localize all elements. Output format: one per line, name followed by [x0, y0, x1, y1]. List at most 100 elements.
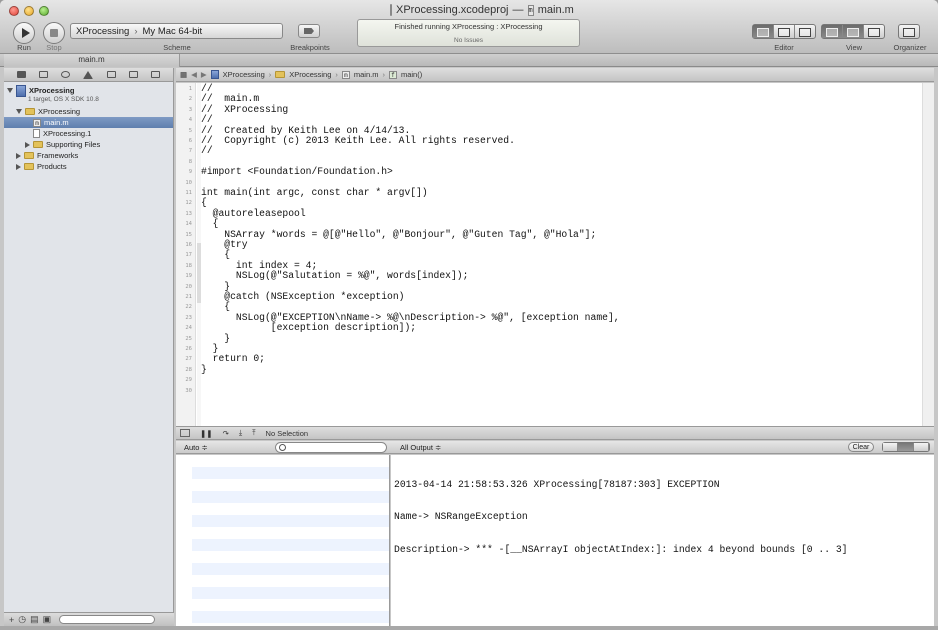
navigator-row[interactable]: Products [4, 161, 173, 172]
editor-mode-control[interactable] [752, 24, 816, 39]
navigator-row[interactable]: XProcessing.1 [4, 128, 173, 139]
code-line: // main.m [201, 93, 260, 105]
recent-files-icon[interactable]: ◷ [18, 614, 26, 625]
code-line: // Copyright (c) 2013 Keith Lee. All rig… [201, 135, 515, 146]
pause-icon[interactable]: ❚❚ [200, 429, 213, 438]
both-views-icon[interactable] [898, 443, 914, 451]
step-over-icon[interactable]: ↷ [223, 429, 229, 438]
clear-console-button[interactable]: Clear [848, 442, 874, 452]
variables-view[interactable] [192, 455, 390, 626]
status-main-text: Finished running XProcessing : XProcessi… [394, 22, 543, 31]
scheme-popup[interactable]: XProcessing › My Mac 64-bit [70, 23, 283, 39]
symbol-navigator-icon[interactable] [38, 71, 48, 78]
variables-view-icon[interactable] [883, 443, 899, 451]
jump-project-icon [210, 70, 219, 79]
jump-crumb-project[interactable]: XProcessing [223, 70, 265, 79]
standard-editor-icon[interactable] [753, 25, 774, 38]
project-navigator: XProcessing 1 target, OS X SDK 10.8 XPro… [4, 68, 174, 626]
project-subtitle: 1 target, OS X SDK 10.8 [28, 96, 99, 103]
output-filter-popup[interactable]: All Output ≑ [400, 443, 441, 452]
console-view-icon[interactable] [913, 443, 929, 451]
navigator-row[interactable]: Frameworks [4, 150, 173, 161]
close-button[interactable] [9, 6, 19, 16]
line-number: 10 [185, 179, 192, 186]
debug-selection-text: No Selection [265, 428, 309, 438]
breakpoint-navigator-icon[interactable] [129, 71, 139, 78]
debug-area-toggle-icon[interactable] [843, 25, 864, 38]
log-navigator-icon[interactable] [151, 71, 161, 78]
disclosure-closed-icon[interactable] [16, 163, 21, 170]
debug-view-toggle[interactable] [882, 442, 930, 452]
disclosure-closed-icon[interactable] [16, 152, 21, 159]
vertical-scrollbar[interactable] [922, 83, 934, 426]
view-label: View [845, 43, 863, 52]
debug-bar: ❚❚ ↷ ⤓ ⤒ No Selection [176, 426, 934, 440]
line-number: 14 [185, 221, 192, 228]
code-line: @catch (NSException *exception) [201, 291, 405, 302]
jump-crumb-function[interactable]: main() [401, 70, 422, 79]
related-items-icon[interactable]: ▦ [180, 70, 187, 79]
source-editor[interactable]: 1 2 3 4 5 6 7 8 9 10 11 12 13 14 15 16 17 18 19 20 21 22 23 24 2… [176, 83, 934, 426]
file-icon [33, 129, 40, 138]
stop-button[interactable] [43, 22, 65, 44]
project-navigator-icon[interactable] [16, 71, 26, 78]
breakpoints-button[interactable] [298, 24, 320, 38]
jump-crumb-file[interactable]: main.m [354, 70, 379, 79]
add-icon[interactable]: + [9, 615, 14, 625]
scheme-label: Scheme [163, 43, 191, 52]
minimize-button[interactable] [24, 6, 34, 16]
hide-debug-area-icon[interactable] [180, 429, 190, 437]
disclosure-open-icon[interactable] [16, 109, 22, 114]
chevron-right-icon: › [382, 70, 385, 79]
title-separator: — [512, 4, 524, 16]
line-number: 12 [185, 200, 192, 207]
step-out-icon[interactable]: ⤒ [252, 428, 255, 438]
line-number: 30 [185, 387, 192, 394]
line-number: 26 [185, 346, 192, 352]
console-output[interactable]: 2013-04-14 21:58:53.326 XProcessing[7818… [391, 455, 934, 626]
run-button[interactable] [13, 22, 35, 44]
issue-navigator-icon[interactable] [83, 70, 94, 79]
code-line: // [201, 145, 213, 157]
disclosure-closed-icon[interactable] [25, 141, 30, 148]
project-root-row[interactable]: XProcessing 1 target, OS X SDK 10.8 [4, 84, 173, 106]
search-navigator-icon[interactable] [61, 71, 71, 78]
activity-status: Finished running XProcessing : XProcessi… [357, 19, 580, 47]
toolbar: XProcessing.xcodeproj — m main.m Run Sto… [0, 0, 938, 54]
organizer-icon[interactable] [899, 25, 919, 38]
variables-scope-popup[interactable]: Auto ≑ [184, 443, 208, 452]
organizer-button[interactable] [898, 24, 920, 39]
debug-navigator-icon[interactable] [106, 71, 116, 78]
zoom-button[interactable] [39, 6, 49, 16]
current-file-name: main.m [537, 4, 574, 16]
code-line: } [201, 363, 207, 375]
navigator-row[interactable]: Supporting Files [4, 139, 173, 150]
tab-main-m[interactable]: main.m [4, 54, 180, 67]
chevron-right-icon: › [134, 25, 138, 37]
version-editor-icon[interactable] [795, 25, 815, 38]
project-file-icon [390, 4, 392, 16]
code-line: #import <Foundation/Foundation.h> [201, 166, 393, 178]
navigator-filter-input[interactable] [59, 615, 156, 624]
navigator-toggle-icon[interactable] [822, 25, 843, 38]
console-line: 2013-04-14 21:58:53.326 XProcessing[7818… [394, 479, 720, 490]
utilities-toggle-icon[interactable] [864, 25, 884, 38]
source-control-icon[interactable]: ▤ [30, 614, 39, 625]
disclosure-open-icon[interactable] [7, 88, 13, 93]
line-number: 16 [185, 242, 192, 248]
window-title: XProcessing.xcodeproj — m main.m [390, 4, 574, 16]
variables-filter-input[interactable] [275, 442, 387, 453]
step-into-icon[interactable]: ⤓ [239, 428, 242, 438]
view-control[interactable] [821, 24, 885, 39]
code-line: { [201, 197, 207, 209]
navigator-row[interactable]: m main.m [4, 117, 173, 128]
assistant-editor-icon[interactable] [774, 25, 795, 38]
line-number: 28 [185, 366, 192, 373]
back-arrow-icon[interactable]: ◀ [191, 70, 197, 79]
navigator-row[interactable]: XProcessing [4, 106, 173, 117]
forward-arrow-icon[interactable]: ▶ [201, 70, 207, 79]
line-number-gutter[interactable]: 1 2 3 4 5 6 7 8 9 10 11 12 13 14 15 16 17 18 19 20 21 22 23 24 2… [176, 83, 196, 426]
stop-label: Stop [46, 43, 62, 52]
jump-crumb-group[interactable]: XProcessing [289, 70, 331, 79]
unsaved-filter-icon[interactable]: ▣ [43, 614, 52, 625]
